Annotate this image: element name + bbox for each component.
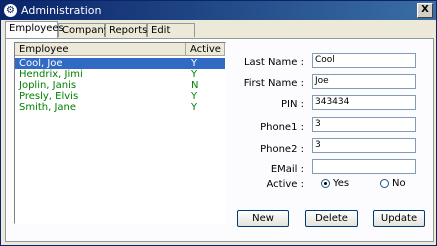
tab-company[interactable]: Company	[58, 23, 110, 37]
last-name-field[interactable]: Cool	[312, 53, 416, 68]
phone2-label: Phone2 :	[260, 144, 304, 155]
first-name-label: First Name :	[243, 78, 304, 89]
active-label: Active :	[266, 179, 304, 190]
active-yes-label: Yes	[333, 178, 350, 189]
employee-name-cell: Presly, Elvis	[19, 91, 79, 102]
employee-name-cell: Joplin, Janis	[19, 80, 77, 91]
phone1-label: Phone1 :	[260, 122, 304, 133]
tab-employees[interactable]: Employees	[5, 21, 64, 38]
window-title: Administration	[21, 4, 102, 17]
radio-unchecked-icon	[380, 179, 389, 188]
new-button[interactable]: New	[237, 210, 289, 227]
close-icon: X	[421, 4, 429, 15]
radio-checked-icon	[321, 179, 330, 188]
tab-reports[interactable]: Reports	[105, 23, 147, 37]
phone2-field[interactable]: 3	[312, 138, 416, 153]
tab-edit-time[interactable]: Edit Time	[147, 23, 195, 50]
email-field[interactable]	[312, 159, 416, 174]
employee-name-cell: Hendrix, Jimi	[19, 69, 83, 80]
last-name-label: Last Name :	[243, 57, 304, 68]
close-button[interactable]: X	[417, 3, 433, 18]
employee-name-cell: Cool, Joe	[19, 58, 63, 69]
app-gear-icon[interactable]: ⚙	[4, 4, 17, 17]
delete-button[interactable]: Delete	[305, 210, 358, 227]
pin-label: PIN :	[280, 99, 304, 110]
phone1-field[interactable]: 3	[312, 117, 416, 132]
pin-field[interactable]: 343434	[312, 95, 416, 110]
column-header-employee[interactable]: Employee	[15, 43, 186, 56]
column-header-active[interactable]: Active	[186, 43, 225, 56]
employee-name-cell: Smith, Jane	[19, 102, 77, 113]
update-button[interactable]: Update	[373, 210, 425, 227]
email-label: EMail :	[270, 164, 304, 175]
first-name-field[interactable]: Joe	[312, 74, 416, 89]
title-bar[interactable]: ⚙ Administration X	[1, 1, 436, 20]
administration-window: ⚙ Administration X Employees Company Rep…	[0, 0, 437, 246]
active-no-label: No	[392, 178, 406, 189]
list-header: Employee Active	[15, 43, 225, 57]
